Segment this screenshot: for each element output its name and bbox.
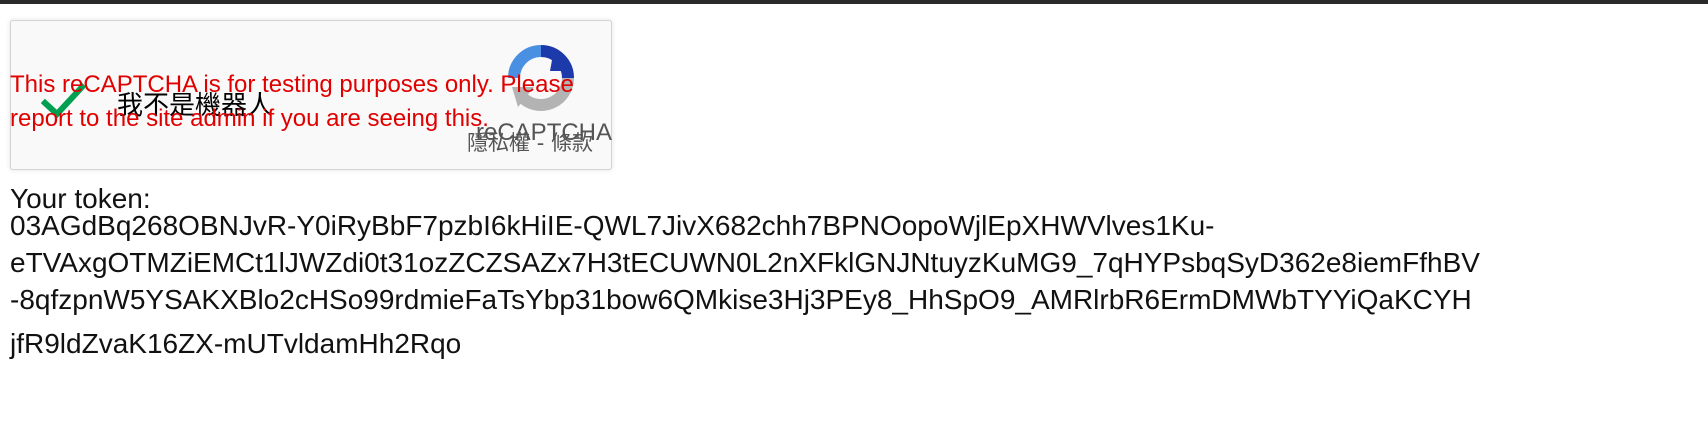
- testing-warning-text: This reCAPTCHA is for testing purposes o…: [10, 71, 574, 132]
- top-border-bar: [0, 0, 1708, 4]
- token-value-line: -8qfzpnW5YSAKXBlo2cHSo99rdmieFaTsYbp31bo…: [10, 284, 1472, 315]
- token-value-line: 03AGdBq268OBNJvR-Y0iRyBbF7pzbI6kHiIE-QWL…: [10, 210, 1215, 241]
- token-value-line: eTVAxgOTMZiEMCt1lJWZdi0t31ozZCZSAZx7H3tE…: [10, 247, 1480, 278]
- token-value-line: jfR9ldZvaK16ZX-mUTvldamHh2Rqo: [10, 328, 462, 359]
